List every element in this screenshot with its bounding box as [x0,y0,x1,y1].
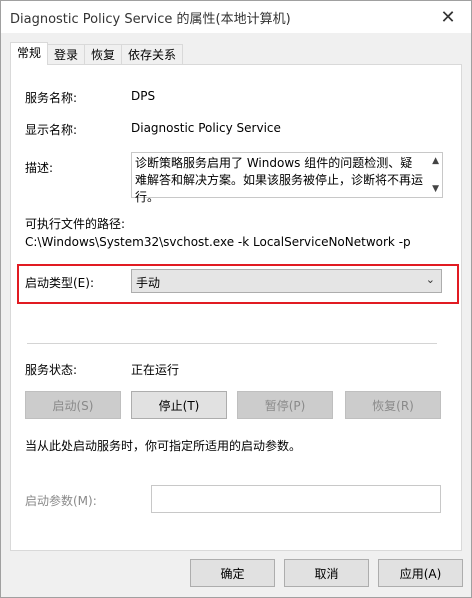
window-title: Diagnostic Policy Service 的属性(本地计算机) [10,12,291,27]
general-panel: 服务名称: DPS 显示名称: Diagnostic Policy Servic… [10,64,462,551]
scroll-up-icon[interactable]: ▲ [432,156,439,166]
scroll-down-icon[interactable]: ▼ [432,184,439,194]
startup-type-select[interactable]: 手动 ⌄ [131,269,442,293]
resume-button[interactable]: 恢复(R) [345,391,441,419]
tab-general[interactable]: 常规 [10,42,49,65]
tab-logon[interactable]: 登录 [47,44,86,65]
start-params-hint: 当从此处启动服务时，你可指定所适用的启动参数。 [25,439,302,453]
start-params-label: 启动参数(M): [25,494,97,508]
close-icon[interactable]: ✕ [425,1,471,33]
display-name-label: 显示名称: [25,123,78,137]
exe-path-label: 可执行文件的路径: [25,217,126,231]
startup-type-value: 手动 [136,276,161,290]
properties-dialog: Diagnostic Policy Service 的属性(本地计算机) ✕ 常… [0,0,472,598]
start-params-input[interactable] [151,485,441,513]
service-status-value: 正在运行 [131,363,180,377]
section-divider [27,343,437,344]
pause-button[interactable]: 暂停(P) [237,391,333,419]
service-status-label: 服务状态: [25,363,78,377]
tab-dependencies[interactable]: 依存关系 [121,44,184,65]
description-box[interactable]: 诊断策略服务启用了 Windows 组件的问题检测、疑难解答和解决方案。如果该服… [131,152,443,204]
service-name-value: DPS [131,89,156,103]
tab-recovery[interactable]: 恢复 [84,44,123,65]
display-name-value: Diagnostic Policy Service [131,121,281,135]
tab-strip: 常规 登录 恢复 依存关系 [10,42,184,65]
apply-button[interactable]: 应用(A) [378,559,463,587]
description-text: 诊断策略服务启用了 Windows 组件的问题检测、疑难解答和解决方案。如果该服… [135,156,424,204]
stop-button[interactable]: 停止(T) [131,391,227,419]
service-name-label: 服务名称: [25,91,78,105]
exe-path-value: C:\Windows\System32\svchost.exe -k Local… [25,235,411,249]
start-button[interactable]: 启动(S) [25,391,121,419]
chevron-down-icon: ⌄ [425,273,435,286]
startup-type-label: 启动类型(E): [25,276,94,290]
title-bar[interactable]: Diagnostic Policy Service 的属性(本地计算机) ✕ [1,1,471,33]
ok-button[interactable]: 确定 [190,559,275,587]
description-label: 描述: [25,161,54,175]
cancel-button[interactable]: 取消 [284,559,369,587]
